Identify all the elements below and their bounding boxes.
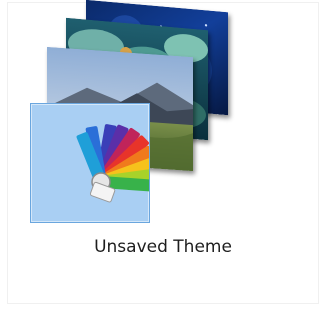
theme-name-label: Unsaved Theme bbox=[94, 237, 232, 257]
color-palette-icon bbox=[76, 124, 158, 203]
theme-color-tile[interactable] bbox=[30, 103, 158, 223]
